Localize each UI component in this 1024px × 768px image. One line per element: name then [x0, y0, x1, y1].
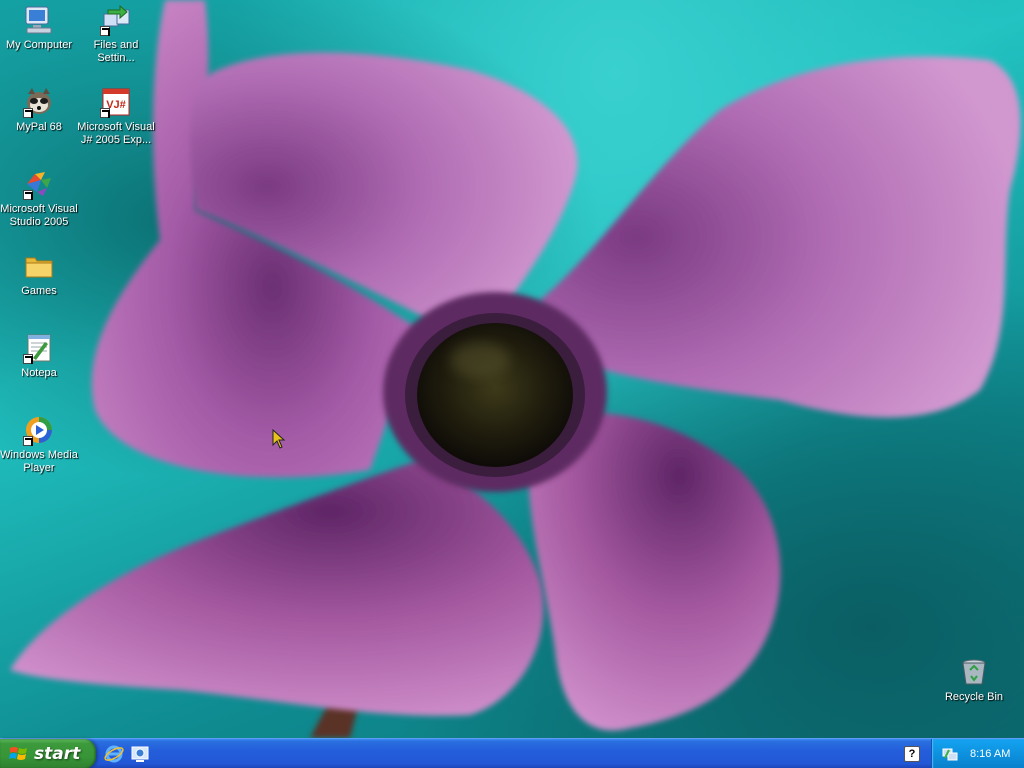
desktop-icon-label: MyPal 68 [16, 121, 62, 133]
desktop-icon-visual-jsharp[interactable]: VJ# Microsoft Visual J# 2005 Exp... [76, 86, 156, 147]
shortcut-arrow-icon [23, 436, 33, 446]
desktop-icon-recycle-bin[interactable]: Recycle Bin [934, 656, 1014, 704]
visual-studio-icon [23, 168, 55, 200]
files-settings-transfer-icon [100, 4, 132, 36]
shortcut-arrow-icon [100, 26, 110, 36]
notification-area: 8:16 AM [931, 739, 1024, 768]
visual-jsharp-icon: VJ# [100, 86, 132, 118]
desktop-icon-label: Notepa [21, 367, 57, 379]
shortcut-arrow-icon [100, 108, 110, 118]
desktop-icon-games[interactable]: Games [0, 250, 79, 298]
recycle-bin-icon [958, 656, 990, 688]
windows-flag-icon [9, 747, 27, 760]
desktop-icon-label: My Computer [5, 39, 73, 51]
desktop-icon-mypal[interactable]: MyPal 68 [0, 86, 79, 134]
desktop-icon-windows-media-player[interactable]: Windows Media Player [0, 414, 79, 475]
desktop-icon-label: Recycle Bin [944, 691, 1004, 703]
folder-icon [23, 250, 55, 282]
taskbar: start ? 8:16 AM [0, 738, 1024, 768]
desktop-icon-label: Microsoft Visual Studio 2005 [0, 203, 78, 228]
clock[interactable]: 8:16 AM [970, 748, 1010, 760]
show-desktop-icon[interactable] [130, 744, 150, 764]
shortcut-arrow-icon [23, 354, 33, 364]
desktop-icon-label: Windows Media Player [0, 449, 78, 474]
help-icon[interactable]: ? [904, 746, 920, 762]
mypal-browser-icon [23, 86, 55, 118]
quick-launch-bar [104, 743, 150, 765]
my-computer-icon [23, 4, 55, 36]
desktop-icon-notepad[interactable]: Notepa [0, 332, 79, 380]
start-label: start [34, 744, 81, 764]
shortcut-arrow-icon [23, 108, 33, 118]
network-connection-icon[interactable] [942, 746, 958, 762]
desktop-icon-my-computer[interactable]: My Computer [0, 4, 79, 52]
notepad-icon [23, 332, 55, 364]
desktop-icon-files-settings-transfer[interactable]: Files and Settin... [76, 4, 156, 65]
desktop[interactable]: My Computer Files and Settin... MyPal 68… [0, 0, 1024, 738]
desktop-icon-visual-studio[interactable]: Microsoft Visual Studio 2005 [0, 168, 79, 229]
start-button[interactable]: start [0, 739, 96, 768]
desktop-icon-label: Files and Settin... [93, 39, 139, 64]
windows-media-player-icon [23, 414, 55, 446]
mouse-cursor-icon [272, 429, 286, 449]
desktop-icon-label: Games [21, 285, 57, 297]
internet-explorer-icon[interactable] [104, 744, 124, 764]
shortcut-arrow-icon [23, 190, 33, 200]
desktop-icon-label: Microsoft Visual J# 2005 Exp... [77, 121, 155, 146]
